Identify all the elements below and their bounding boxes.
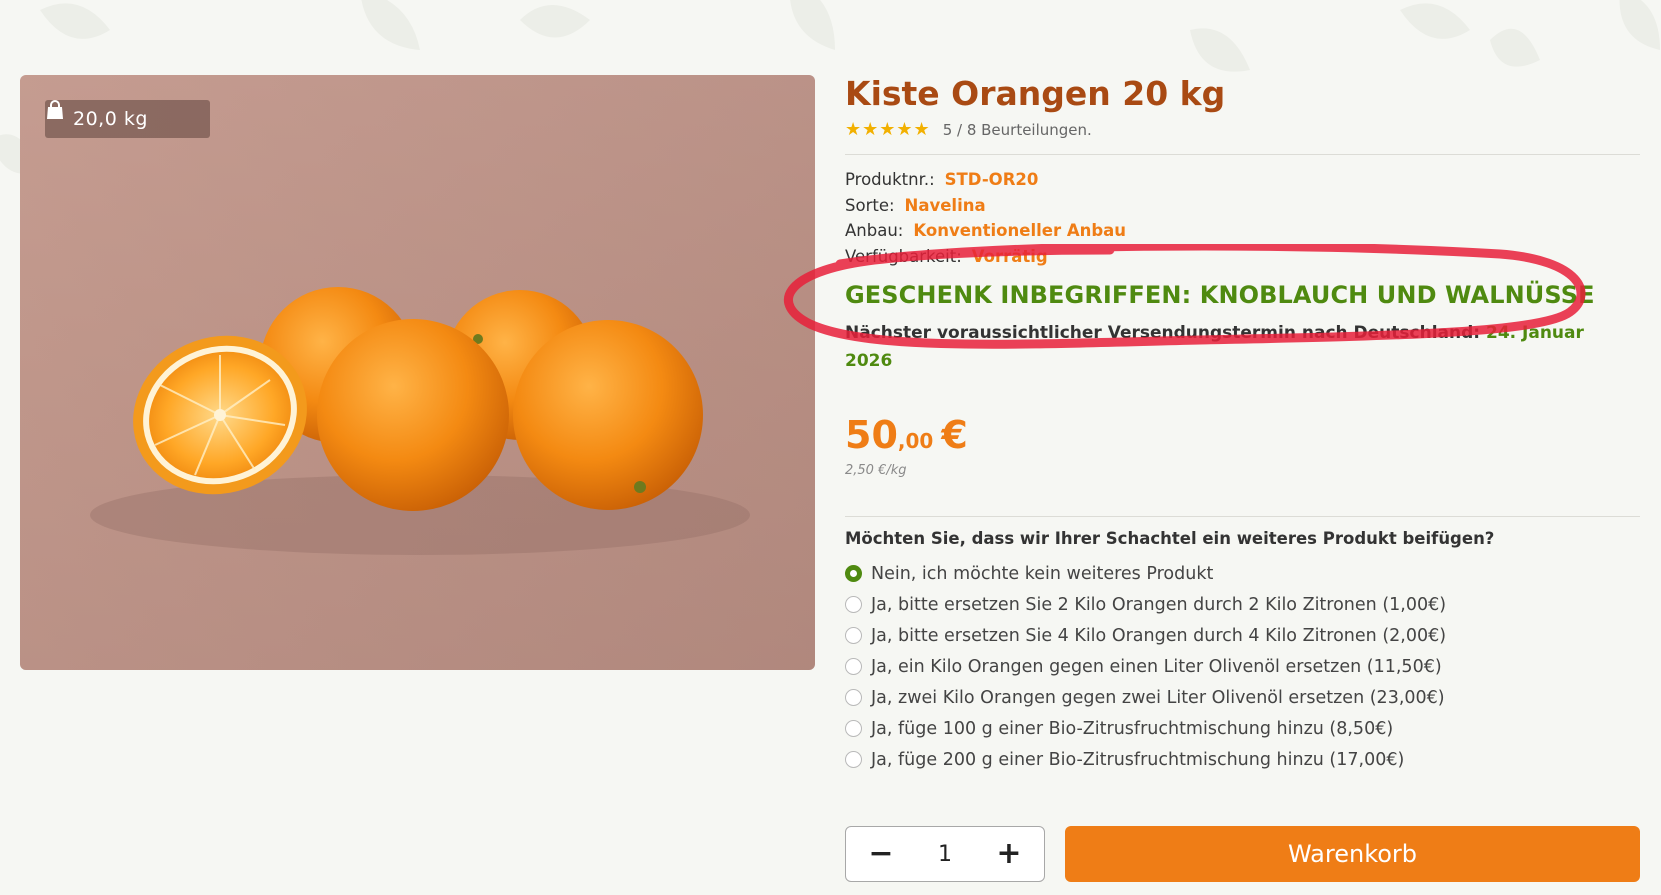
gift-banner: GESCHENK INBEGRIFFEN: KNOBLAUCH UND WALN… (845, 281, 1595, 309)
rating[interactable]: ★★★★★ 5 / 8 Beurteilungen. (845, 119, 1640, 140)
addon-options: Nein, ich möchte kein weiteres Produkt J… (845, 558, 1640, 775)
price-currency: € (941, 413, 968, 457)
divider (845, 154, 1640, 155)
addon-option[interactable]: Ja, zwei Kilo Orangen gegen zwei Liter O… (845, 682, 1640, 713)
radio-button[interactable] (845, 596, 862, 613)
add-to-cart-button[interactable]: Warenkorb (1065, 826, 1640, 882)
add-to-cart-row: − 1 + Warenkorb (845, 826, 1640, 882)
product-title: Kiste Orangen 20 kg (845, 74, 1226, 113)
weight-badge: 20,0 kg (45, 100, 210, 138)
addon-option[interactable]: Ja, füge 200 g einer Bio-Zitrusfruchtmis… (845, 744, 1640, 775)
product-info: Kiste Orangen 20 kg ★★★★★ 5 / 8 Beurteil… (845, 70, 1640, 775)
radio-button[interactable] (845, 627, 862, 644)
spec-label: Sorte: (845, 195, 895, 215)
quantity-value[interactable]: 1 (938, 842, 952, 867)
addon-option-label: Ja, ein Kilo Orangen gegen einen Liter O… (871, 656, 1442, 677)
plus-icon[interactable]: + (994, 839, 1024, 869)
addon-option-label: Ja, füge 100 g einer Bio-Zitrusfruchtmis… (871, 718, 1394, 739)
addon-option-label: Ja, füge 200 g einer Bio-Zitrusfruchtmis… (871, 749, 1405, 770)
radio-button[interactable] (845, 751, 862, 768)
radio-button[interactable] (845, 720, 862, 737)
spec-label: Anbau: (845, 221, 904, 240)
addon-question: Möchten Sie, dass wir Ihrer Schachtel ei… (845, 529, 1495, 548)
unit-price: 2,50 €/kg (845, 463, 907, 478)
spec-label: Produktnr.: (845, 170, 935, 189)
radio-button[interactable] (845, 658, 862, 675)
spec-row-product-number: Produktnr.: STD-OR20 (845, 167, 1640, 193)
rating-text[interactable]: 5 / 8 Beurteilungen. (943, 121, 1092, 139)
addon-option[interactable]: Nein, ich möchte kein weiteres Produkt (845, 558, 1640, 589)
price: 50,00 € (845, 413, 1640, 457)
minus-icon[interactable]: − (866, 839, 896, 869)
oranges-illustration (20, 75, 815, 670)
spec-label: Verfügbarkeit: (845, 246, 962, 266)
spec-row-variety: Sorte: Navelina (845, 193, 1640, 219)
addon-option[interactable]: Ja, bitte ersetzen Sie 2 Kilo Orangen du… (845, 589, 1640, 620)
spec-value: Konventioneller Anbau (913, 221, 1127, 240)
spec-value: Navelina (904, 195, 986, 215)
product-specs: Produktnr.: STD-OR20 Sorte: Navelina Anb… (845, 167, 1640, 269)
shopping-bag-icon (47, 100, 63, 119)
spec-value: STD-OR20 (944, 170, 1039, 189)
price-integer: 50 (845, 413, 898, 457)
spec-row-cultivation: Anbau: Konventioneller Anbau (845, 218, 1640, 244)
shipping-label: Nächster voraussichtlicher Versendungste… (845, 323, 1481, 343)
addon-option-label: Ja, bitte ersetzen Sie 4 Kilo Orangen du… (871, 625, 1447, 646)
quantity-stepper[interactable]: − 1 + (845, 826, 1045, 882)
addon-option-label: Nein, ich möchte kein weiteres Produkt (871, 563, 1214, 584)
spec-value: Vorrätig (971, 246, 1048, 266)
shipping-info: Nächster voraussichtlicher Versendungste… (845, 319, 1625, 375)
addon-option[interactable]: Ja, ein Kilo Orangen gegen einen Liter O… (845, 651, 1640, 682)
addon-option[interactable]: Ja, füge 100 g einer Bio-Zitrusfruchtmis… (845, 713, 1640, 744)
price-decimals: ,00 (897, 429, 934, 453)
addon-option[interactable]: Ja, bitte ersetzen Sie 4 Kilo Orangen du… (845, 620, 1640, 651)
radio-button-selected[interactable] (845, 565, 862, 582)
product-image[interactable]: 20,0 kg (20, 75, 815, 670)
divider (845, 516, 1640, 517)
radio-button[interactable] (845, 689, 862, 706)
star-rating-icon: ★★★★★ (845, 119, 931, 140)
spec-row-availability: Verfügbarkeit: Vorrätig (845, 244, 1640, 270)
weight-badge-label: 20,0 kg (73, 108, 148, 130)
addon-option-label: Ja, zwei Kilo Orangen gegen zwei Liter O… (871, 687, 1445, 708)
addon-option-label: Ja, bitte ersetzen Sie 2 Kilo Orangen du… (871, 594, 1447, 615)
